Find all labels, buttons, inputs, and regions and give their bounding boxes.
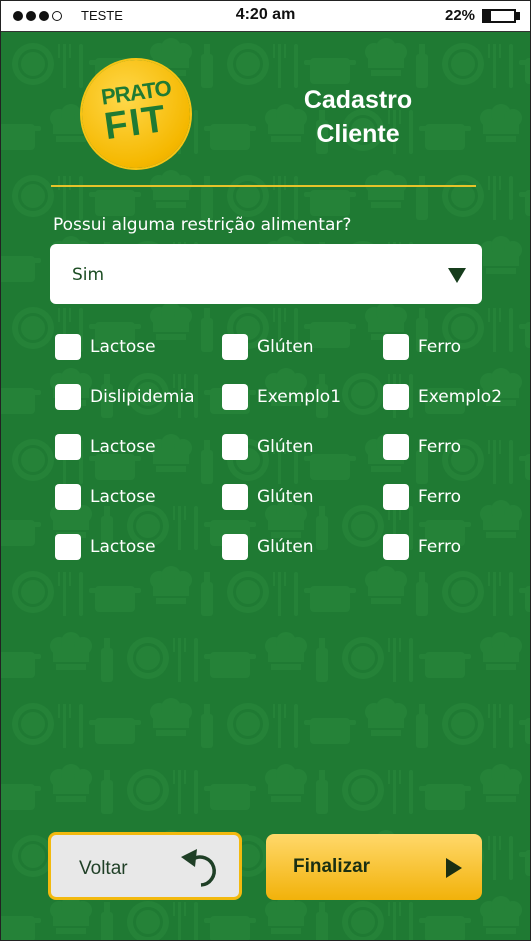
- restriction-option[interactable]: Ferro: [383, 534, 461, 560]
- restriction-option[interactable]: Lactose: [55, 434, 156, 460]
- checkbox[interactable]: [222, 334, 248, 360]
- page-title: Cadastro Cliente: [263, 83, 453, 151]
- phone-frame: TESTE 4:20 am 22% PRATO FIT Cadastro Cli…: [0, 0, 531, 941]
- checkbox-label: Glúten: [257, 537, 314, 557]
- checkbox[interactable]: [222, 384, 248, 410]
- restriction-option[interactable]: Lactose: [55, 484, 156, 510]
- restriction-question-label: Possui alguma restrição alimentar?: [53, 215, 352, 235]
- restriction-select-value: Sim: [72, 265, 105, 285]
- page-title-line2: Cliente: [316, 120, 400, 148]
- checkbox[interactable]: [55, 534, 81, 560]
- restriction-option[interactable]: Glúten: [222, 534, 314, 560]
- play-arrow-icon: [446, 858, 462, 878]
- restriction-option[interactable]: Lactose: [55, 534, 156, 560]
- status-bar: TESTE 4:20 am 22%: [1, 1, 530, 32]
- dropdown-arrow-icon: [448, 268, 466, 283]
- checkbox-label: Lactose: [90, 437, 156, 457]
- restriction-option[interactable]: Ferro: [383, 434, 461, 460]
- checkbox-label: Glúten: [257, 487, 314, 507]
- restriction-option[interactable]: Ferro: [383, 484, 461, 510]
- undo-arrow-icon: [181, 849, 216, 887]
- checkbox[interactable]: [55, 434, 81, 460]
- checkbox-label: Exemplo2: [418, 387, 503, 407]
- checkbox-label: Lactose: [90, 537, 156, 557]
- checkbox-label: Ferro: [418, 437, 462, 457]
- checkbox[interactable]: [383, 534, 409, 560]
- checkbox-label: Exemplo1: [257, 387, 342, 407]
- checkbox[interactable]: [55, 484, 81, 510]
- restriction-option[interactable]: Exemplo2: [383, 384, 502, 410]
- checkbox[interactable]: [55, 334, 81, 360]
- checkbox-label: Ferro: [418, 537, 462, 557]
- header-divider: [51, 185, 476, 187]
- checkbox-label: Glúten: [257, 437, 314, 457]
- checkbox-label: Glúten: [257, 337, 314, 357]
- restriction-select[interactable]: Sim: [50, 244, 482, 304]
- page-title-line1: Cadastro: [303, 86, 413, 114]
- checkbox-label: Ferro: [418, 337, 462, 357]
- checkbox-label: Dislipidemia: [90, 387, 195, 407]
- battery-tip: [516, 12, 520, 20]
- battery-percent: 22%: [445, 7, 476, 24]
- restriction-option[interactable]: Glúten: [222, 484, 314, 510]
- checkbox[interactable]: [222, 534, 248, 560]
- checkbox[interactable]: [222, 484, 248, 510]
- back-button[interactable]: Voltar: [48, 832, 242, 900]
- pratofit-logo: PRATO FIT: [82, 60, 190, 168]
- checkbox[interactable]: [383, 334, 409, 360]
- finish-button-label: Finalizar: [293, 856, 371, 877]
- back-button-label: Voltar: [79, 858, 128, 879]
- restriction-option[interactable]: Ferro: [383, 334, 461, 360]
- restriction-option[interactable]: Glúten: [222, 434, 314, 460]
- checkbox[interactable]: [383, 434, 409, 460]
- restriction-option[interactable]: Exemplo1: [222, 384, 341, 410]
- checkbox[interactable]: [383, 484, 409, 510]
- checkbox[interactable]: [383, 384, 409, 410]
- checkbox-label: Lactose: [90, 487, 156, 507]
- restriction-option[interactable]: Glúten: [222, 334, 314, 360]
- checkbox-label: Lactose: [90, 337, 156, 357]
- restriction-option[interactable]: Lactose: [55, 334, 156, 360]
- checkbox-label: Ferro: [418, 487, 462, 507]
- checkbox[interactable]: [222, 434, 248, 460]
- checkbox[interactable]: [55, 384, 81, 410]
- battery-icon: [482, 9, 516, 23]
- finish-button[interactable]: Finalizar: [266, 834, 482, 900]
- restriction-option[interactable]: Dislipidemia: [55, 384, 195, 410]
